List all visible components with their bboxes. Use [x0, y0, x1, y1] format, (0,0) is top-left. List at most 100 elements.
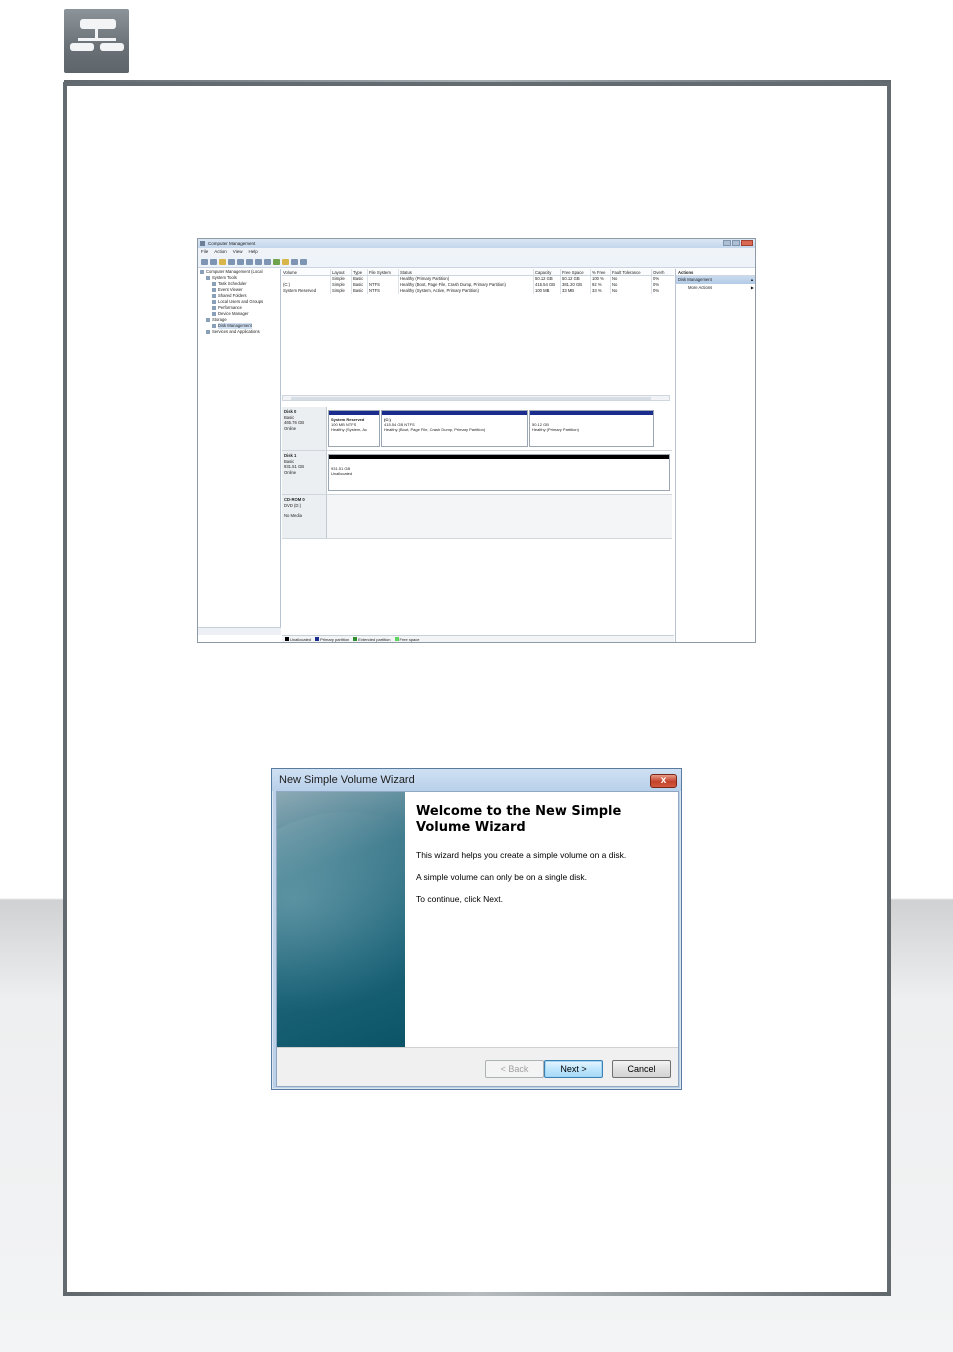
actions-section-disk-management[interactable]: Disk Management	[676, 276, 755, 284]
column-header[interactable]: Capacity	[534, 269, 561, 275]
disk-state: Online	[284, 469, 297, 475]
tree-node-icon	[212, 293, 216, 298]
console-tree-icon[interactable]	[228, 258, 235, 265]
minimize-button[interactable]	[723, 240, 731, 246]
wizard-banner-image	[277, 792, 405, 1047]
wizard-body: Welcome to the New Simple Volume Wizard …	[276, 791, 679, 1087]
table-cell: 0%	[653, 288, 660, 293]
column-header[interactable]: Type	[352, 269, 368, 275]
help-icon[interactable]	[237, 258, 244, 265]
tree-node-icon	[206, 329, 210, 334]
column-header[interactable]: Volume	[282, 269, 331, 275]
cm-toolbar	[198, 256, 755, 268]
disk-label: Disk 1 Basic 931.51 GB Online	[282, 451, 327, 494]
tree-item-label: Local Users and Groups	[218, 299, 264, 304]
table-cell: Basic	[352, 288, 368, 294]
more-actions-link[interactable]: More Actions	[676, 284, 755, 292]
menu-help[interactable]: Help	[248, 248, 257, 256]
volume-list-scrollbar[interactable]	[282, 395, 670, 401]
column-header[interactable]: Status	[399, 269, 534, 275]
scroll-thumb[interactable]	[291, 397, 651, 400]
maximize-button[interactable]	[732, 240, 740, 246]
table-cell: System Reserved	[282, 288, 331, 294]
disk-icon[interactable]	[300, 258, 307, 265]
partition-bar	[329, 455, 669, 459]
properties-icon[interactable]	[246, 258, 253, 265]
table-cell: NTFS	[368, 288, 399, 294]
disk-map: Disk 0 Basic 465.76 GB Online System Reserve…	[282, 407, 674, 637]
menu-file[interactable]: File	[201, 248, 208, 256]
legend-label: Primary partition	[320, 636, 350, 642]
back-arrow-icon[interactable]	[201, 258, 208, 265]
disk-label: Disk 0 Basic 465.76 GB Online	[282, 407, 327, 450]
tree-item-label: Task Scheduler	[218, 281, 247, 286]
wizard-title: New Simple Volume Wizard	[272, 769, 681, 791]
disk-type: DVD (D:)	[284, 502, 301, 508]
computer-management-icon	[200, 241, 205, 246]
export-icon[interactable]	[255, 258, 262, 265]
partition-bar	[530, 411, 653, 415]
disk-state: No Media	[284, 513, 302, 518]
legend-item: Unallocated	[285, 636, 312, 643]
column-header[interactable]: Free Space	[561, 269, 591, 275]
cancel-button[interactable]: Cancel	[612, 1060, 671, 1078]
partition-bar	[329, 411, 379, 415]
close-button[interactable]	[741, 240, 753, 246]
search-icon[interactable]	[282, 258, 289, 265]
wizard-welcome-panel: Welcome to the New Simple Volume Wizard …	[405, 792, 678, 1047]
check-icon[interactable]	[273, 258, 280, 265]
legend-swatch	[394, 637, 399, 642]
folder-up-icon[interactable]	[219, 258, 226, 265]
wizard-line-2: A simple volume can only be on a single …	[416, 872, 588, 882]
partition-block[interactable]: 931.51 GB Unallocated	[328, 454, 670, 491]
menu-action[interactable]: Action	[214, 248, 227, 256]
tree-item-label: Performance	[218, 305, 242, 310]
legend-item: Free space	[394, 636, 420, 643]
cm-menubar: File Action View Help	[198, 248, 755, 256]
partition-block[interactable]: System Reserved 100 MB NTFS Healthy (Syste…	[328, 410, 380, 447]
column-header[interactable]: Layout	[331, 269, 352, 275]
column-header[interactable]: Fault Tolerance	[611, 269, 652, 275]
legend-swatch	[285, 637, 289, 642]
tree-node-icon	[212, 299, 216, 304]
partition-status: Unallocated	[331, 471, 353, 476]
menu-view[interactable]: View	[233, 248, 243, 256]
partition-block[interactable]: (C:) 415.54 GB NTFS Healthy (Boot, Page Fi…	[381, 410, 528, 447]
tree-node-icon	[212, 305, 216, 310]
tree-node-icon	[212, 311, 216, 316]
tree-item-label: Device Manager	[218, 311, 249, 316]
partition-legend: Unallocated Primary partition Extended par…	[282, 635, 674, 643]
tree-item-label: Storage	[212, 317, 227, 322]
partition-block[interactable]: 50.12 GB Healthy (Primary Partition)	[529, 410, 654, 447]
legend-swatch	[315, 637, 320, 642]
tree-item-label: Event Viewer	[218, 287, 243, 292]
legend-item: Primary partition	[315, 636, 350, 643]
disk-state: Online	[284, 425, 297, 431]
back-button[interactable]: < Back	[485, 1060, 544, 1078]
disk-management-pane: Volume Layout Type File System Status Capacit…	[282, 269, 674, 643]
next-button[interactable]: Next >	[544, 1060, 603, 1078]
wizard-close-button[interactable]: x	[650, 774, 677, 788]
tree-scrollbar[interactable]	[198, 627, 281, 635]
volume-list-header: Volume Layout Type File System Status Capacit…	[282, 269, 674, 276]
disk-row[interactable]: CD-ROM 0 DVD (D:) No Media	[282, 495, 672, 539]
column-header[interactable]: Overh	[652, 269, 669, 275]
forward-arrow-icon[interactable]	[210, 258, 217, 265]
cm-titlebar: Computer Management	[198, 239, 755, 248]
tree-node-icon	[206, 317, 210, 322]
tree-item[interactable]: Services and Applications	[198, 329, 280, 335]
column-header[interactable]: File System	[368, 269, 399, 275]
wizard-footer: < Back Next > Cancel	[277, 1047, 678, 1086]
partition-status: Healthy (Boot, Page File, Crash Dump, Pr…	[384, 427, 486, 432]
actions-pane: Actions Disk Management More Actions	[675, 269, 755, 642]
delete-icon[interactable]	[264, 258, 271, 265]
disk-row[interactable]: Disk 0 Basic 465.76 GB Online System Reserve…	[282, 407, 672, 451]
wizard-line-1: This wizard helps you create a simple vo…	[416, 850, 627, 860]
footer-rule	[63, 1292, 891, 1296]
rescan-icon[interactable]	[291, 258, 298, 265]
table-cell: 33 %	[591, 288, 611, 294]
legend-label: Unallocated	[290, 636, 312, 642]
column-header[interactable]: % Free	[591, 269, 611, 275]
table-row[interactable]: System Reserved Simple Basic NTFS Healthy (S…	[282, 288, 674, 294]
disk-row[interactable]: Disk 1 Basic 931.51 GB Online 931.51 GB Unal…	[282, 451, 672, 495]
